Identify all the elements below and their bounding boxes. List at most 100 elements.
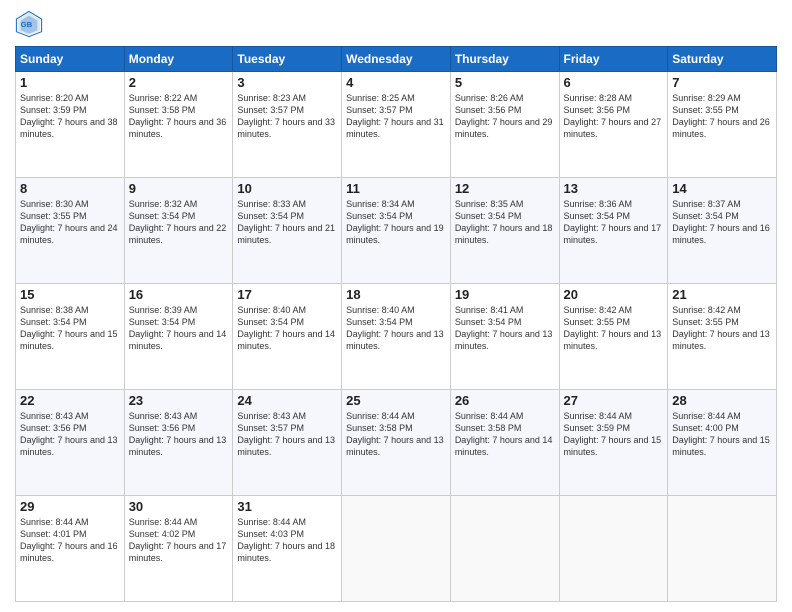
day-number: 8: [20, 181, 120, 196]
day-cell-3: 3 Sunrise: 8:23 AMSunset: 3:57 PMDayligh…: [233, 72, 342, 178]
day-info: Sunrise: 8:44 AMSunset: 3:58 PMDaylight:…: [346, 411, 444, 457]
day-number: 9: [129, 181, 229, 196]
day-cell-22: 22 Sunrise: 8:43 AMSunset: 3:56 PMDaylig…: [16, 390, 125, 496]
day-cell-6: 6 Sunrise: 8:28 AMSunset: 3:56 PMDayligh…: [559, 72, 668, 178]
day-cell-2: 2 Sunrise: 8:22 AMSunset: 3:58 PMDayligh…: [124, 72, 233, 178]
day-cell-10: 10 Sunrise: 8:33 AMSunset: 3:54 PMDaylig…: [233, 178, 342, 284]
col-wednesday: Wednesday: [342, 47, 451, 72]
day-number: 25: [346, 393, 446, 408]
day-info: Sunrise: 8:42 AMSunset: 3:55 PMDaylight:…: [564, 305, 662, 351]
day-number: 28: [672, 393, 772, 408]
day-number: 15: [20, 287, 120, 302]
day-number: 24: [237, 393, 337, 408]
day-cell-11: 11 Sunrise: 8:34 AMSunset: 3:54 PMDaylig…: [342, 178, 451, 284]
calendar-row-5: 29 Sunrise: 8:44 AMSunset: 4:01 PMDaylig…: [16, 496, 777, 602]
header: GB: [15, 10, 777, 38]
day-number: 6: [564, 75, 664, 90]
day-number: 27: [564, 393, 664, 408]
day-cell-31: 31 Sunrise: 8:44 AMSunset: 4:03 PMDaylig…: [233, 496, 342, 602]
calendar-row-3: 15 Sunrise: 8:38 AMSunset: 3:54 PMDaylig…: [16, 284, 777, 390]
day-number: 3: [237, 75, 337, 90]
day-info: Sunrise: 8:38 AMSunset: 3:54 PMDaylight:…: [20, 305, 118, 351]
day-cell-1: 1 Sunrise: 8:20 AMSunset: 3:59 PMDayligh…: [16, 72, 125, 178]
day-number: 26: [455, 393, 555, 408]
col-sunday: Sunday: [16, 47, 125, 72]
day-info: Sunrise: 8:36 AMSunset: 3:54 PMDaylight:…: [564, 199, 662, 245]
calendar-header-row: Sunday Monday Tuesday Wednesday Thursday…: [16, 47, 777, 72]
day-cell-21: 21 Sunrise: 8:42 AMSunset: 3:55 PMDaylig…: [668, 284, 777, 390]
day-cell-7: 7 Sunrise: 8:29 AMSunset: 3:55 PMDayligh…: [668, 72, 777, 178]
empty-cell: [668, 496, 777, 602]
day-cell-13: 13 Sunrise: 8:36 AMSunset: 3:54 PMDaylig…: [559, 178, 668, 284]
empty-cell: [450, 496, 559, 602]
day-number: 1: [20, 75, 120, 90]
day-info: Sunrise: 8:30 AMSunset: 3:55 PMDaylight:…: [20, 199, 118, 245]
day-info: Sunrise: 8:43 AMSunset: 3:57 PMDaylight:…: [237, 411, 335, 457]
day-number: 18: [346, 287, 446, 302]
day-cell-17: 17 Sunrise: 8:40 AMSunset: 3:54 PMDaylig…: [233, 284, 342, 390]
day-info: Sunrise: 8:33 AMSunset: 3:54 PMDaylight:…: [237, 199, 335, 245]
day-cell-20: 20 Sunrise: 8:42 AMSunset: 3:55 PMDaylig…: [559, 284, 668, 390]
day-cell-14: 14 Sunrise: 8:37 AMSunset: 3:54 PMDaylig…: [668, 178, 777, 284]
day-cell-23: 23 Sunrise: 8:43 AMSunset: 3:56 PMDaylig…: [124, 390, 233, 496]
day-cell-30: 30 Sunrise: 8:44 AMSunset: 4:02 PMDaylig…: [124, 496, 233, 602]
day-info: Sunrise: 8:28 AMSunset: 3:56 PMDaylight:…: [564, 93, 662, 139]
day-cell-16: 16 Sunrise: 8:39 AMSunset: 3:54 PMDaylig…: [124, 284, 233, 390]
day-cell-15: 15 Sunrise: 8:38 AMSunset: 3:54 PMDaylig…: [16, 284, 125, 390]
day-cell-28: 28 Sunrise: 8:44 AMSunset: 4:00 PMDaylig…: [668, 390, 777, 496]
day-number: 22: [20, 393, 120, 408]
day-info: Sunrise: 8:44 AMSunset: 4:02 PMDaylight:…: [129, 517, 227, 563]
col-saturday: Saturday: [668, 47, 777, 72]
day-info: Sunrise: 8:20 AMSunset: 3:59 PMDaylight:…: [20, 93, 118, 139]
col-thursday: Thursday: [450, 47, 559, 72]
calendar-table: Sunday Monday Tuesday Wednesday Thursday…: [15, 46, 777, 602]
day-info: Sunrise: 8:37 AMSunset: 3:54 PMDaylight:…: [672, 199, 770, 245]
day-cell-24: 24 Sunrise: 8:43 AMSunset: 3:57 PMDaylig…: [233, 390, 342, 496]
day-info: Sunrise: 8:44 AMSunset: 3:58 PMDaylight:…: [455, 411, 553, 457]
day-info: Sunrise: 8:25 AMSunset: 3:57 PMDaylight:…: [346, 93, 444, 139]
day-info: Sunrise: 8:26 AMSunset: 3:56 PMDaylight:…: [455, 93, 553, 139]
day-cell-25: 25 Sunrise: 8:44 AMSunset: 3:58 PMDaylig…: [342, 390, 451, 496]
day-cell-18: 18 Sunrise: 8:40 AMSunset: 3:54 PMDaylig…: [342, 284, 451, 390]
day-cell-5: 5 Sunrise: 8:26 AMSunset: 3:56 PMDayligh…: [450, 72, 559, 178]
day-number: 13: [564, 181, 664, 196]
calendar-row-1: 1 Sunrise: 8:20 AMSunset: 3:59 PMDayligh…: [16, 72, 777, 178]
day-number: 21: [672, 287, 772, 302]
col-friday: Friday: [559, 47, 668, 72]
day-number: 11: [346, 181, 446, 196]
day-info: Sunrise: 8:43 AMSunset: 3:56 PMDaylight:…: [20, 411, 118, 457]
day-cell-27: 27 Sunrise: 8:44 AMSunset: 3:59 PMDaylig…: [559, 390, 668, 496]
day-number: 20: [564, 287, 664, 302]
logo-icon: GB: [15, 10, 43, 38]
day-number: 7: [672, 75, 772, 90]
day-cell-9: 9 Sunrise: 8:32 AMSunset: 3:54 PMDayligh…: [124, 178, 233, 284]
col-monday: Monday: [124, 47, 233, 72]
day-number: 5: [455, 75, 555, 90]
day-number: 19: [455, 287, 555, 302]
day-info: Sunrise: 8:44 AMSunset: 4:00 PMDaylight:…: [672, 411, 770, 457]
day-number: 17: [237, 287, 337, 302]
day-number: 23: [129, 393, 229, 408]
day-info: Sunrise: 8:44 AMSunset: 4:01 PMDaylight:…: [20, 517, 118, 563]
calendar-row-2: 8 Sunrise: 8:30 AMSunset: 3:55 PMDayligh…: [16, 178, 777, 284]
day-info: Sunrise: 8:32 AMSunset: 3:54 PMDaylight:…: [129, 199, 227, 245]
page: GB Sunday Monday Tuesday Wednesday Thurs…: [0, 0, 792, 612]
day-number: 29: [20, 499, 120, 514]
day-cell-19: 19 Sunrise: 8:41 AMSunset: 3:54 PMDaylig…: [450, 284, 559, 390]
day-info: Sunrise: 8:41 AMSunset: 3:54 PMDaylight:…: [455, 305, 553, 351]
day-cell-4: 4 Sunrise: 8:25 AMSunset: 3:57 PMDayligh…: [342, 72, 451, 178]
day-number: 10: [237, 181, 337, 196]
day-info: Sunrise: 8:44 AMSunset: 3:59 PMDaylight:…: [564, 411, 662, 457]
day-info: Sunrise: 8:35 AMSunset: 3:54 PMDaylight:…: [455, 199, 553, 245]
day-number: 31: [237, 499, 337, 514]
day-info: Sunrise: 8:22 AMSunset: 3:58 PMDaylight:…: [129, 93, 227, 139]
day-info: Sunrise: 8:34 AMSunset: 3:54 PMDaylight:…: [346, 199, 444, 245]
empty-cell: [342, 496, 451, 602]
day-cell-12: 12 Sunrise: 8:35 AMSunset: 3:54 PMDaylig…: [450, 178, 559, 284]
logo: GB: [15, 10, 47, 38]
day-info: Sunrise: 8:42 AMSunset: 3:55 PMDaylight:…: [672, 305, 770, 351]
col-tuesday: Tuesday: [233, 47, 342, 72]
day-number: 2: [129, 75, 229, 90]
day-number: 30: [129, 499, 229, 514]
day-cell-8: 8 Sunrise: 8:30 AMSunset: 3:55 PMDayligh…: [16, 178, 125, 284]
